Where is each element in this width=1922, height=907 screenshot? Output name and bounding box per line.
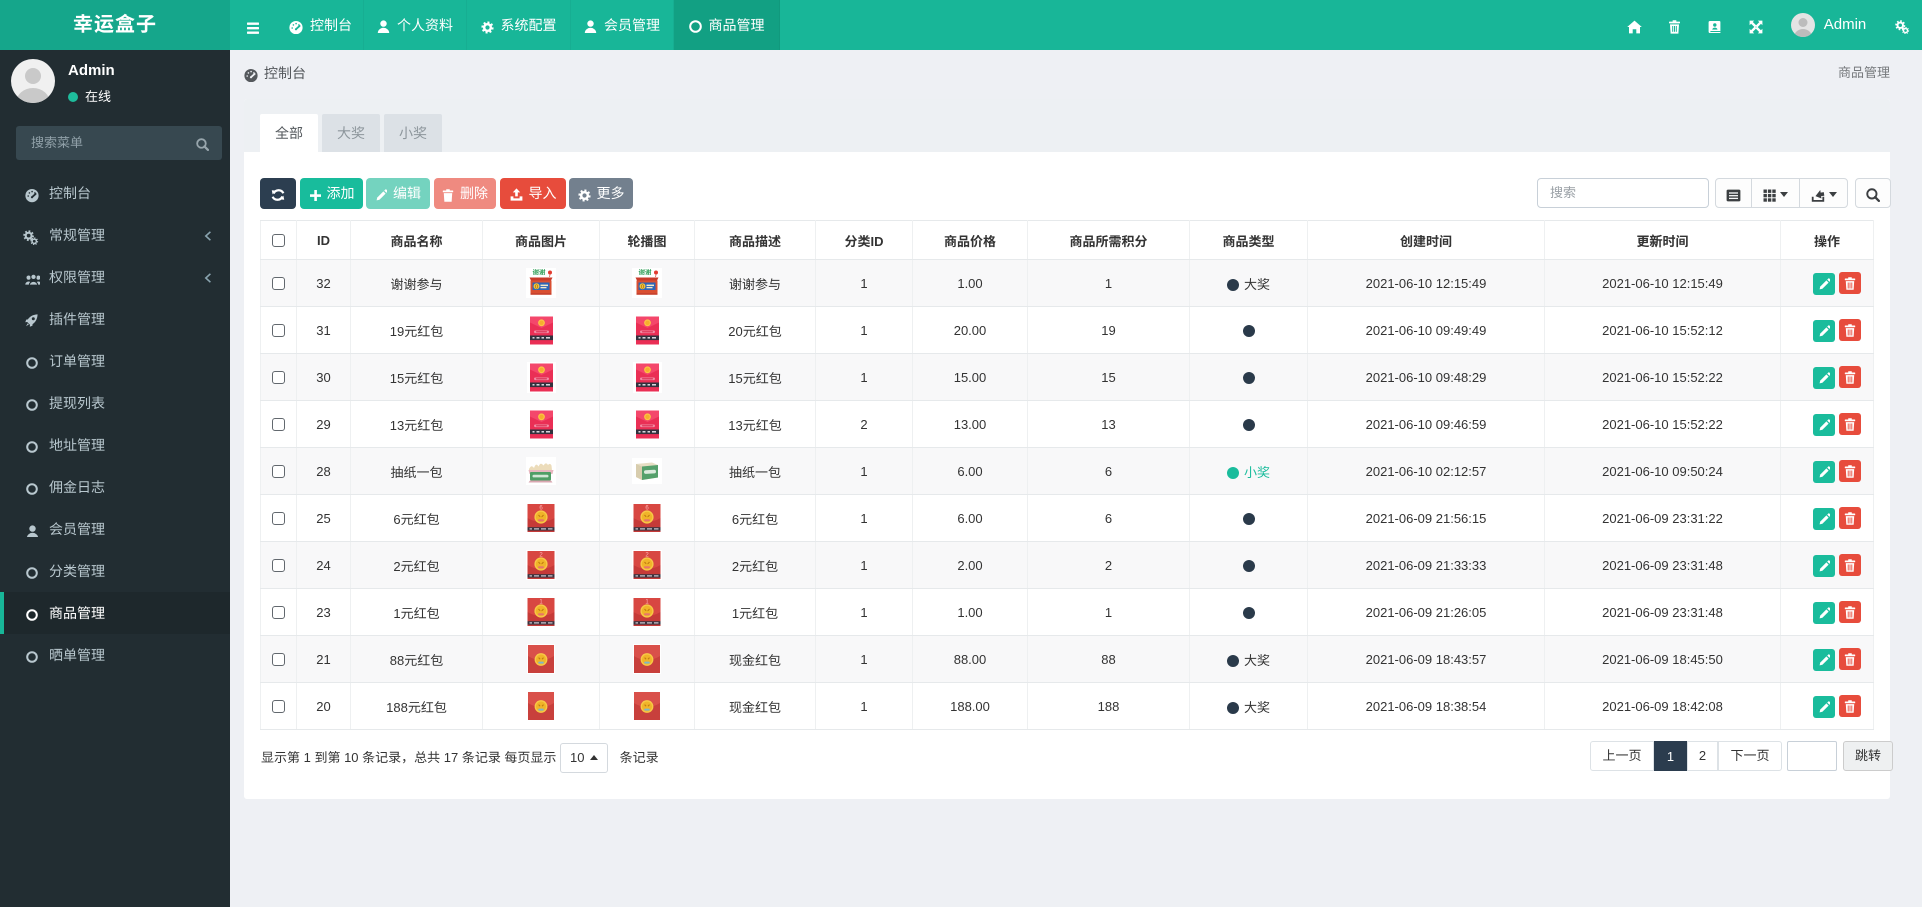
svg-text:谢谢: 谢谢 xyxy=(639,269,653,277)
svg-text:0: 0 xyxy=(535,284,538,290)
svg-text:谢谢: 谢谢 xyxy=(533,269,547,277)
svg-text:0: 0 xyxy=(641,284,644,290)
